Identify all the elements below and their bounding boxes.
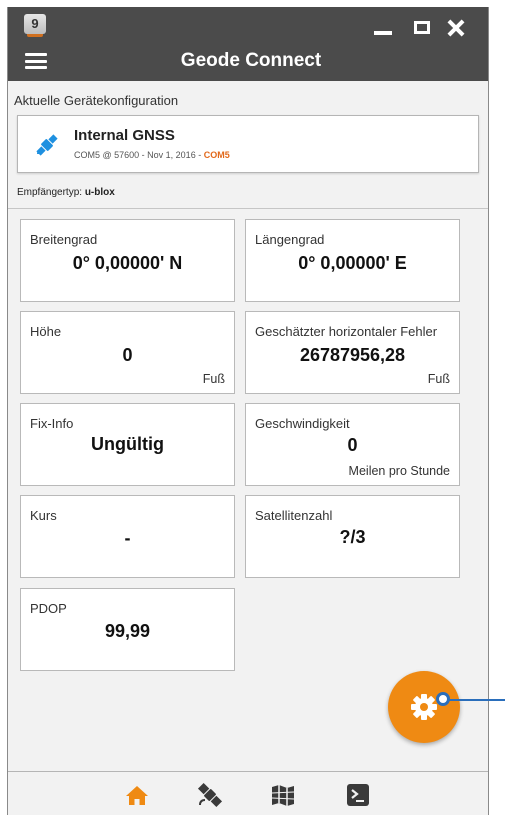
latitude-label: Breitengrad <box>30 232 98 247</box>
app-icon: 9 <box>24 14 46 37</box>
receiver-type-value: u-blox <box>84 187 115 198</box>
horizontal-error-value: 26787956,28 <box>299 345 406 365</box>
receiver-type: Empfängertyp: u-blox <box>17 187 115 198</box>
course-label: Kurs <box>30 508 57 523</box>
settings-fab-button[interactable] <box>388 671 460 743</box>
close-button[interactable] <box>445 17 467 39</box>
device-port: COM5 <box>203 150 230 160</box>
course-value: - <box>124 528 131 548</box>
longitude-label: Längengrad <box>255 232 325 247</box>
speed-tile: Geschwindigkeit 0 Meilen pro Stunde <box>245 403 460 486</box>
app-window: 9 Geode Connect Aktuelle Gerätekonfigura… <box>7 7 489 815</box>
course-tile: Kurs - <box>20 495 235 578</box>
callout-dot <box>436 692 450 706</box>
title-bar: 9 Geode Connect <box>8 7 488 81</box>
satellite-device-icon <box>36 134 58 156</box>
fix-info-label: Fix-Info <box>30 416 74 431</box>
fix-info-tile: Fix-Info Ungültig <box>20 403 235 486</box>
horizontal-error-tile: Geschätzter horizontaler Fehler 26787956… <box>245 311 460 394</box>
latitude-tile: Breitengrad 0° 0,00000' N <box>20 219 235 302</box>
altitude-label: Höhe <box>30 324 62 339</box>
terminal-icon[interactable] <box>343 780 373 810</box>
device-name: Internal GNSS <box>74 127 175 144</box>
gear-icon <box>411 694 437 720</box>
altitude-unit: Fuß <box>202 372 225 386</box>
latitude-value: 0° 0,00000' N <box>72 253 183 273</box>
longitude-tile: Längengrad 0° 0,00000' E <box>245 219 460 302</box>
map-icon[interactable] <box>268 780 298 810</box>
satellites-label: Satellitenzahl <box>255 508 333 523</box>
device-details: COM5 @ 57600 - Nov 1, 2016 - COM5 <box>74 150 230 160</box>
device-config-card[interactable]: Internal GNSS COM5 @ 57600 - Nov 1, 2016… <box>17 115 479 173</box>
app-title: Geode Connect <box>180 50 322 71</box>
horizontal-error-unit: Fuß <box>427 372 450 386</box>
bottom-nav <box>8 771 488 815</box>
section-divider <box>8 208 488 209</box>
device-details-text: COM5 @ 57600 - Nov 1, 2016 - <box>74 150 204 160</box>
speed-value: 0 <box>347 435 358 455</box>
speed-unit: Meilen pro Stunde <box>348 464 450 478</box>
callout-line <box>444 699 505 701</box>
maximize-button[interactable] <box>411 17 433 39</box>
horizontal-error-label: Geschätzter horizontaler Fehler <box>255 324 438 339</box>
pdop-label: PDOP <box>30 601 67 616</box>
home-icon[interactable] <box>122 780 152 810</box>
satellites-value: ?/3 <box>339 527 366 547</box>
speed-label: Geschwindigkeit <box>255 416 350 431</box>
config-section-label: Aktuelle Gerätekonfiguration <box>14 93 179 108</box>
fix-info-value: Ungültig <box>91 434 164 454</box>
minimize-button[interactable] <box>372 17 394 39</box>
pdop-value: 99,99 <box>104 621 151 641</box>
satellite-icon[interactable] <box>195 780 225 810</box>
longitude-value: 0° 0,00000' E <box>298 253 407 273</box>
satellites-tile: Satellitenzahl ?/3 <box>245 495 460 578</box>
pdop-tile: PDOP 99,99 <box>20 588 235 671</box>
altitude-tile: Höhe 0 Fuß <box>20 311 235 394</box>
receiver-type-label: Empfängertyp: <box>17 187 85 198</box>
altitude-value: 0 <box>122 345 133 365</box>
